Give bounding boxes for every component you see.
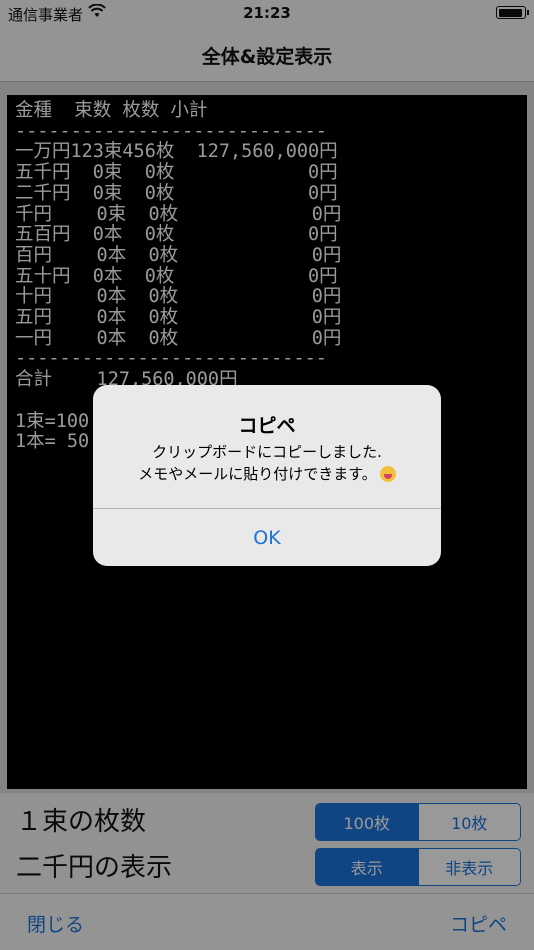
- alert-message-line2: メモやメールに貼り付けできます。: [138, 465, 377, 483]
- alert-title: コピペ: [238, 415, 296, 437]
- alert-message: クリップボードにコピーしました. メモやメールに貼り付けできます。: [93, 441, 441, 485]
- alert-message-line2-row: メモやメールに貼り付けできます。: [93, 463, 441, 485]
- alert-message-line1: クリップボードにコピーしました.: [152, 443, 382, 461]
- copy-alert-dialog: コピペ クリップボードにコピーしました. メモやメールに貼り付けできます。 OK: [93, 385, 441, 566]
- tongue-face-icon: [379, 466, 396, 482]
- ok-button[interactable]: OK: [93, 509, 441, 566]
